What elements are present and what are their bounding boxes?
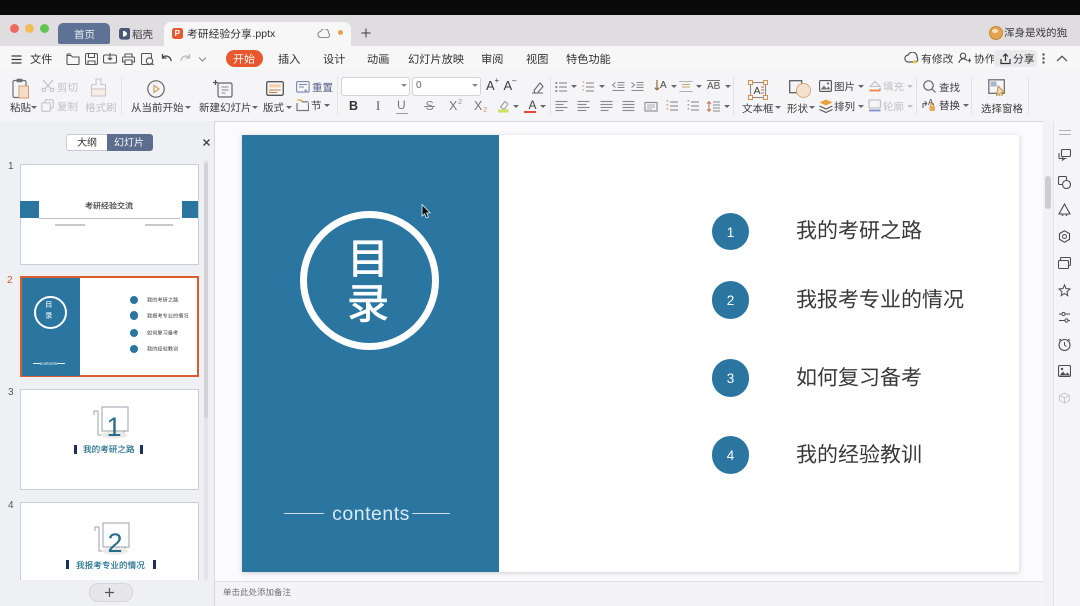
svg-text:1: 1 [106,412,121,442]
svg-text:2: 2 [107,528,122,558]
svg-text:A: A [753,85,760,97]
svg-text:A: A [660,80,667,91]
